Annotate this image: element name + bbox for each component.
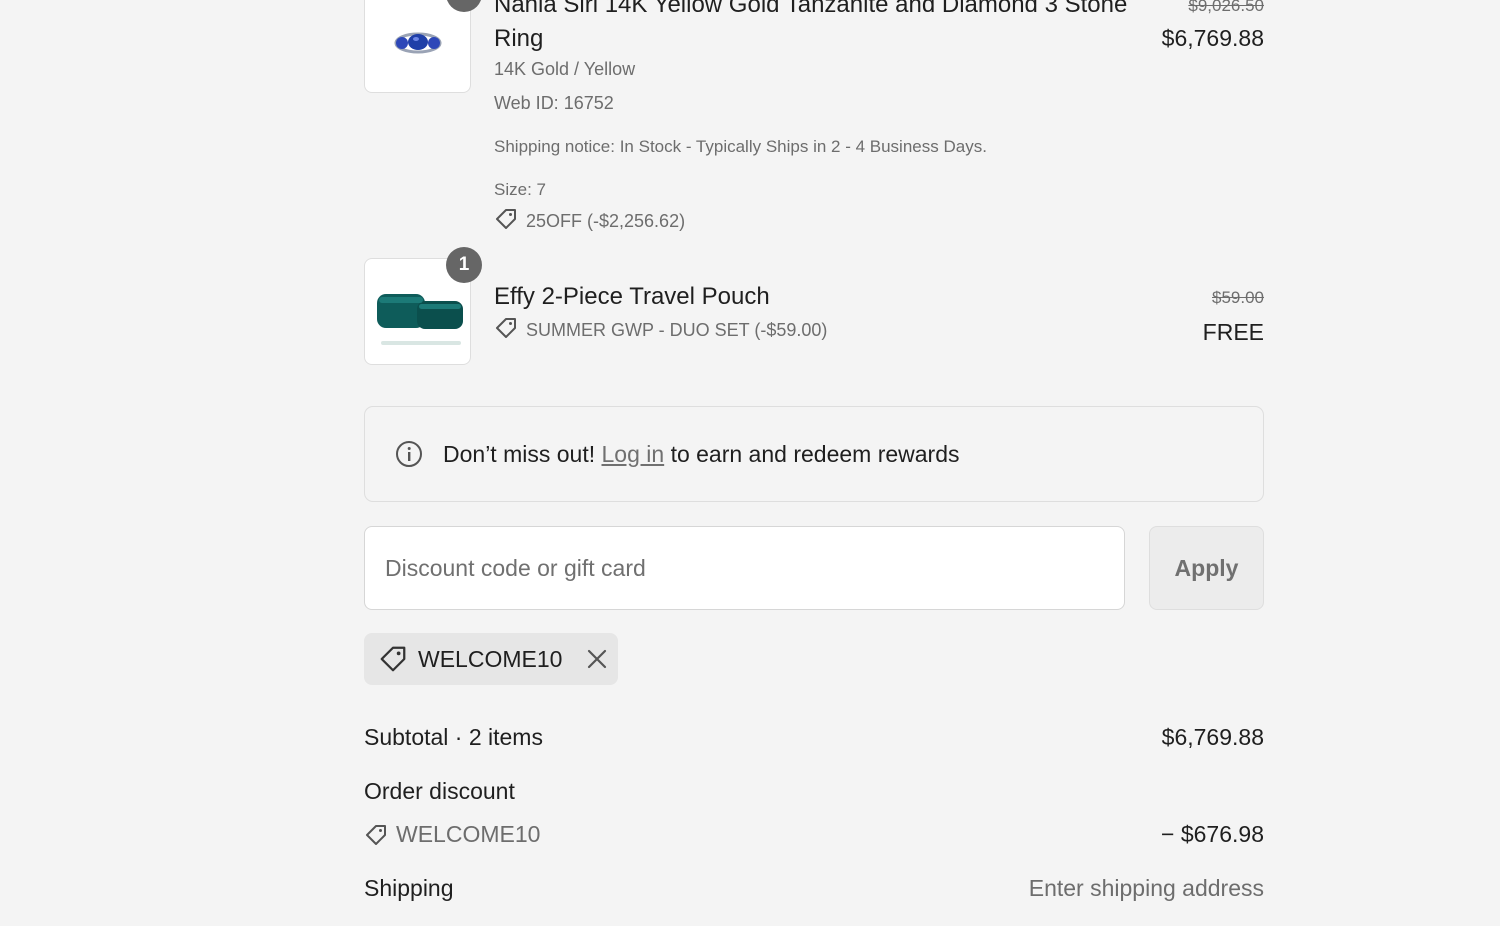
item-price: $6,769.88 [1161,25,1264,51]
rewards-text: Don’t miss out! Log in to earn and redee… [443,441,960,468]
item-original-price: $9,026.50 [1188,0,1264,15]
tag-icon [364,823,388,847]
ring-thumbnail [364,0,471,93]
shipping-value: Enter shipping address [1028,875,1264,901]
shipping-label: Shipping [364,875,454,901]
applied-code-label: WELCOME10 [418,645,563,672]
subtotal-label: Subtotal · 2 items [364,724,543,750]
rewards-prefix: Don’t miss out! [443,440,596,467]
item-title-line2[interactable]: Ring [494,22,543,56]
apply-button[interactable]: Apply [1149,526,1264,610]
rewards-suffix: to earn and redeem rewards [670,440,960,467]
rewards-banner: Don’t miss out! Log in to earn and redee… [364,406,1264,502]
applied-discount-chip: WELCOME10 [364,633,618,685]
order-discount-code: WELCOME10 [364,821,540,848]
tag-icon [494,207,518,236]
order-discount-label: Order discount [364,778,515,804]
item-discount-label: 25OFF (-$2,256.62) [526,211,686,231]
ring-image-icon [394,32,442,54]
item-variant: 14K Gold / Yellow [494,59,636,79]
tag-icon [494,316,518,345]
item-size: Size: 7 [494,180,546,199]
info-icon [395,440,423,468]
order-discount-code-label: WELCOME10 [396,821,541,847]
item-discount: 25OFF (-$2,256.62) [494,207,685,236]
discount-code-input[interactable] [364,526,1125,610]
item-title[interactable]: Effy 2-Piece Travel Pouch [494,280,770,314]
remove-code-close-icon[interactable] [586,648,608,670]
item-price: FREE [1202,319,1264,345]
item-original-price: $59.00 [1212,288,1264,307]
item-discount-label: SUMMER GWP - DUO SET (-$59.00) [526,320,828,340]
item-title[interactable]: Nahla Siri 14K Yellow Gold Tanzanite and… [494,0,1127,22]
tag-icon [378,644,408,674]
item-shipping-notice: Shipping notice: In Stock - Typically Sh… [494,137,987,156]
subtotal-value: $6,769.88 [1161,724,1264,750]
login-link[interactable]: Log in [602,441,665,467]
item-discount: SUMMER GWP - DUO SET (-$59.00) [494,316,827,345]
quantity-badge: 1 [446,247,482,283]
item-web-id: Web ID: 16752 [494,93,614,113]
order-discount-value: − $676.98 [1161,821,1264,847]
